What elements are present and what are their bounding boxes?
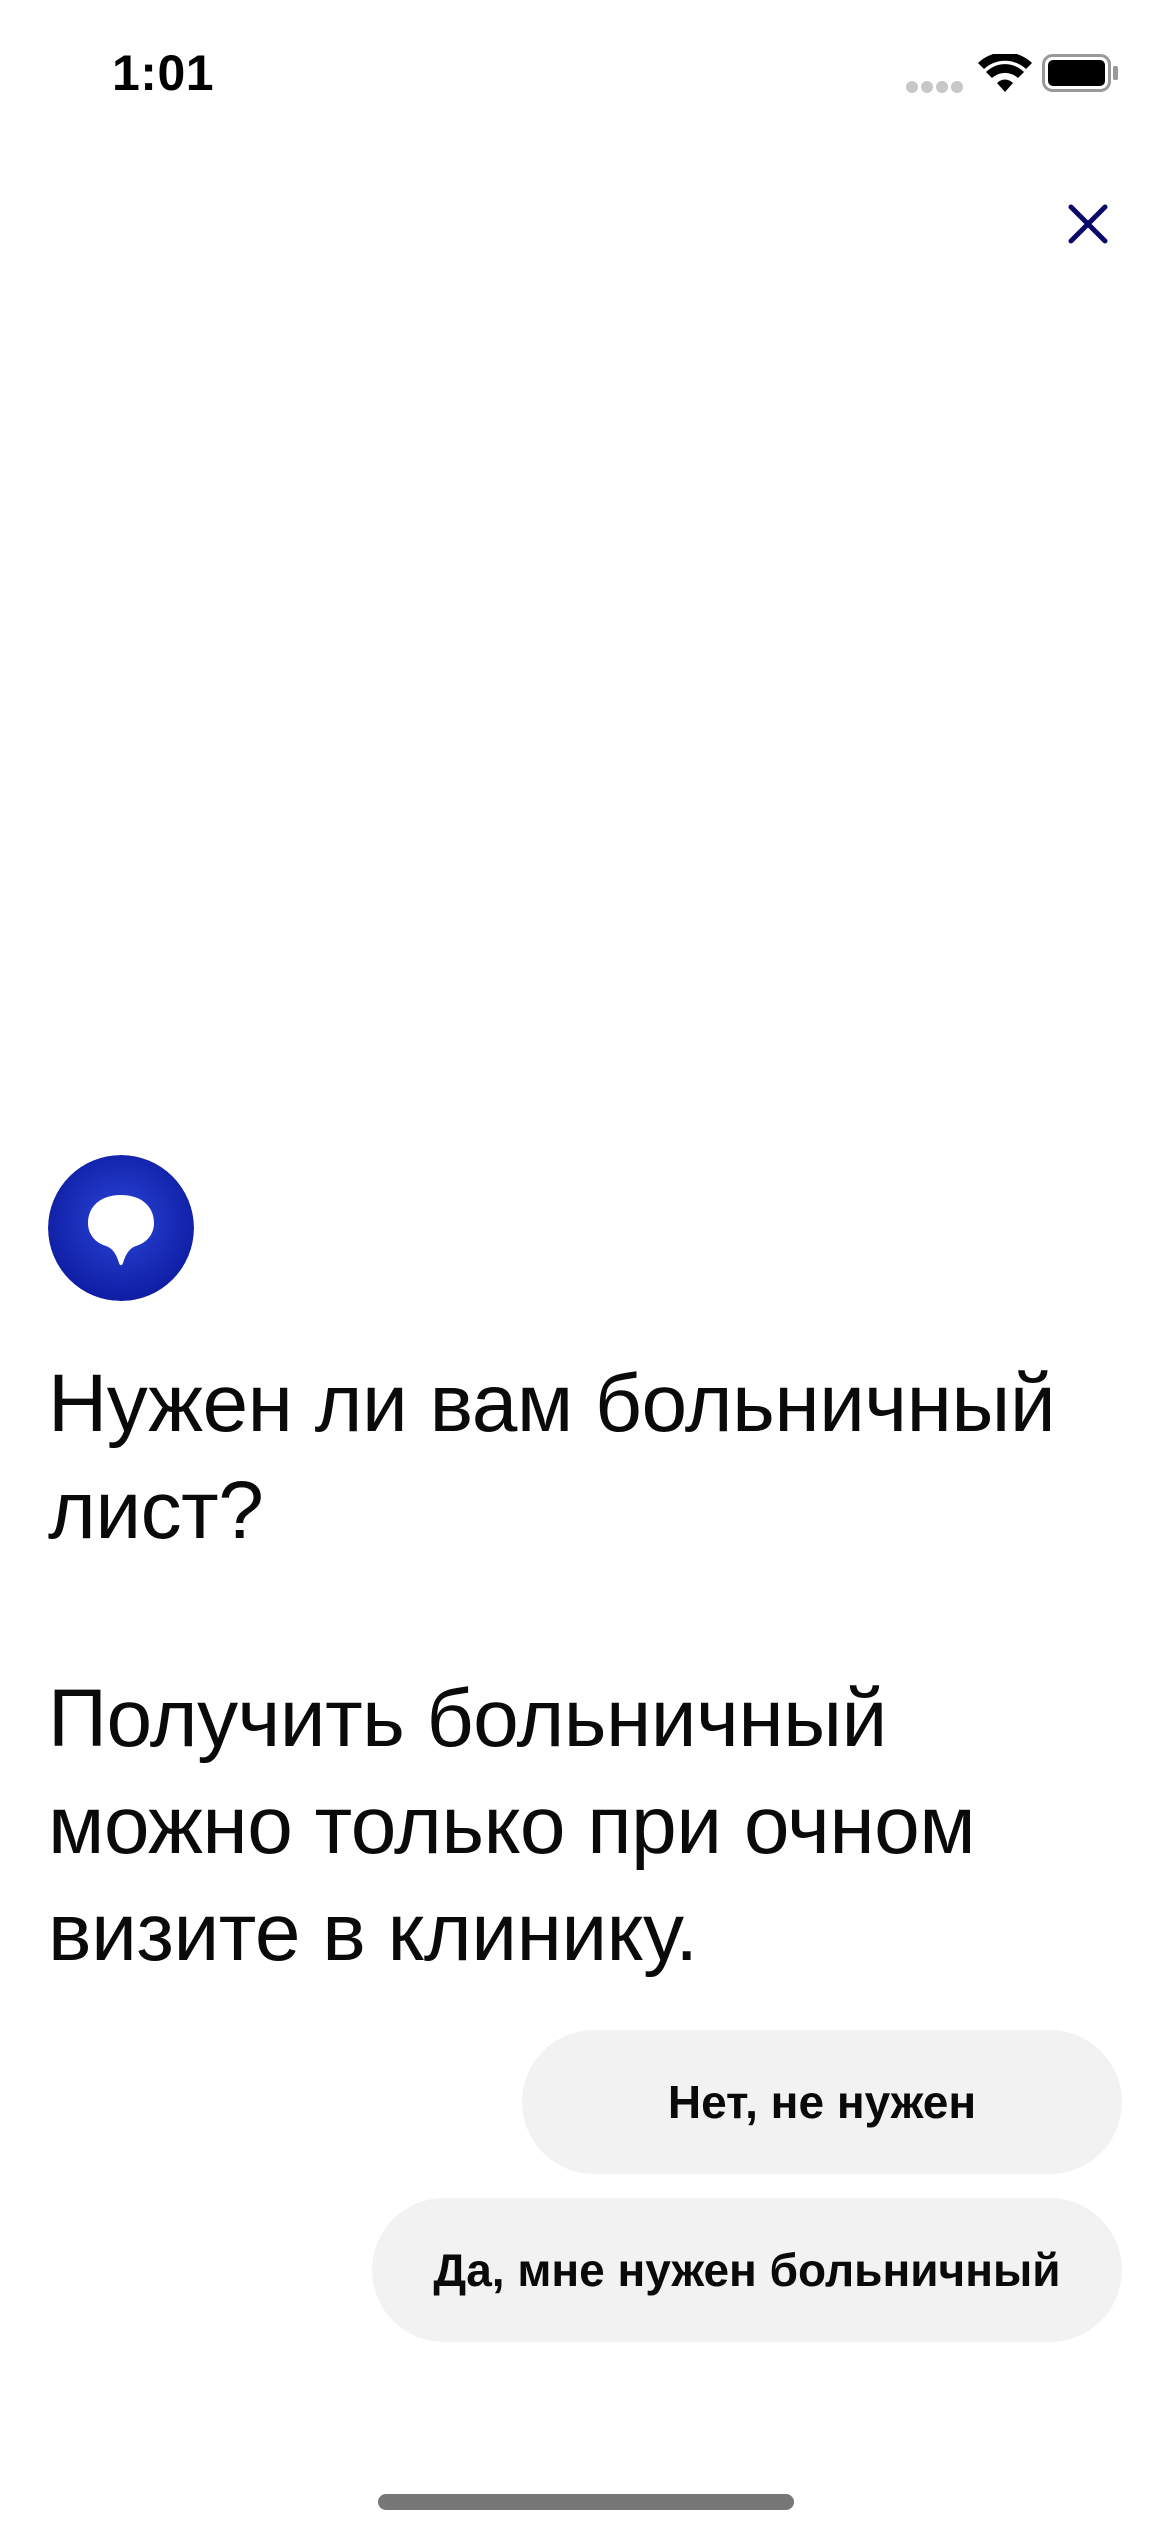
signal-dots-icon	[906, 81, 963, 93]
reply-yes-button[interactable]: Да, мне нужен больничный	[372, 2198, 1122, 2342]
reply-yes-label: Да, мне нужен больничный	[433, 2244, 1061, 2296]
close-icon	[1068, 204, 1108, 244]
wifi-icon	[978, 54, 1032, 92]
battery-full-icon	[1042, 54, 1118, 92]
close-button[interactable]	[1060, 196, 1116, 252]
status-time: 1:01	[112, 45, 215, 101]
question-message: Нужен ли вам больничный лист?	[48, 1358, 1056, 1556]
reply-no-button[interactable]: Нет, не нужен	[522, 2030, 1122, 2174]
home-indicator[interactable]	[378, 2494, 794, 2510]
reply-no-label: Нет, не нужен	[667, 2076, 977, 2128]
info-message: Получить больничный можно только при очн…	[48, 1673, 976, 1978]
brand-logo-icon	[48, 1155, 194, 1301]
status-bar: 1:01	[0, 0, 1170, 150]
